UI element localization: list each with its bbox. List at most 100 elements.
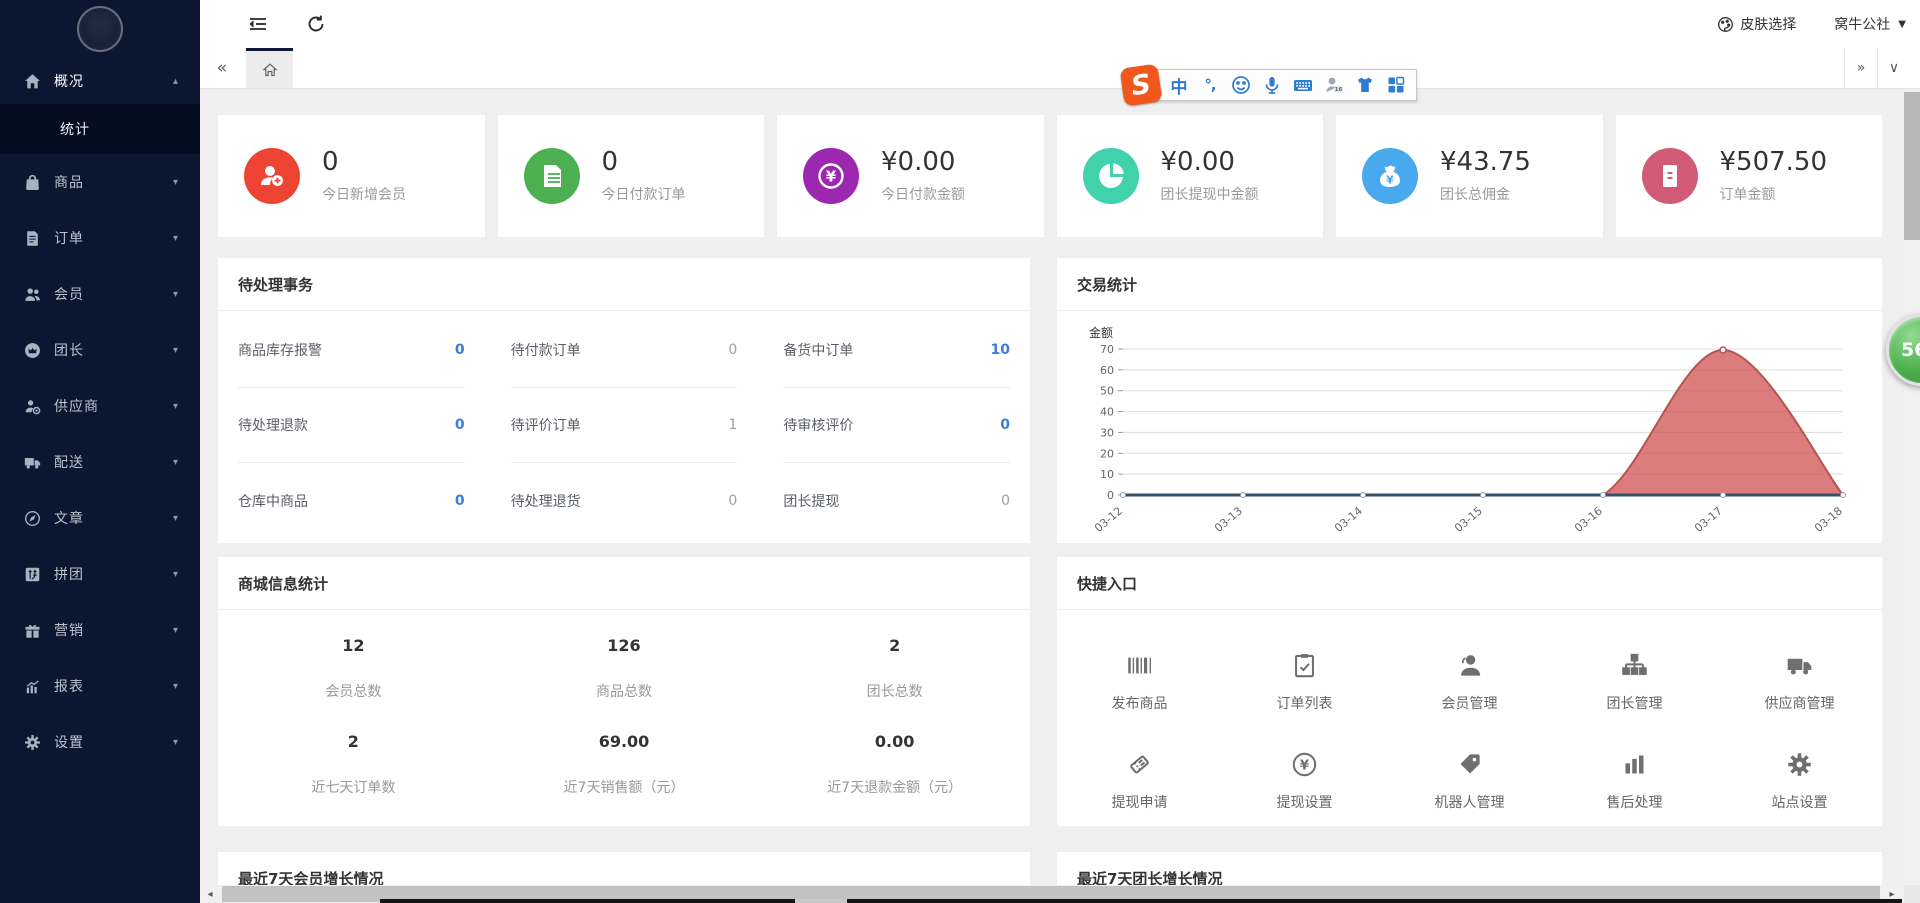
shopping-bag-icon (24, 174, 41, 191)
trade-area-chart: 金额01020304050607003-1203-1303-1403-1503-… (1069, 321, 1859, 543)
skin-select[interactable]: 皮肤选择 (1717, 14, 1796, 34)
stat-card-paid-amount: ¥ ¥0.00 今日付款金额 (777, 115, 1044, 237)
ime-voice-button[interactable] (1260, 73, 1284, 97)
sidebar-item-marketing[interactable]: 营销 ▾ (0, 602, 200, 658)
stat-card-paid-orders: 0 今日付款订单 (498, 115, 765, 237)
org-sitemap-icon (1621, 650, 1648, 680)
pending-panel-title: 待处理事务 (218, 258, 1030, 311)
svg-text:¥: ¥ (1300, 757, 1310, 773)
sidebar-item-reports[interactable]: 报表 ▾ (0, 658, 200, 714)
quick-entry-aftersale[interactable]: 售后处理 (1552, 731, 1717, 826)
sidebar-item-supplier[interactable]: 供应商 ▾ (0, 378, 200, 434)
sidebar-item-articles[interactable]: 文章 ▾ (0, 490, 200, 546)
mall-stat: 0.00近7天退款金额（元） (759, 732, 1030, 826)
ime-emoji-button[interactable] (1229, 73, 1253, 97)
barcode-icon (1126, 650, 1153, 680)
tabbar: « » ∨ (200, 48, 1920, 89)
quick-entry-supplier-manage[interactable]: 供应商管理 (1717, 632, 1882, 731)
tab-home[interactable] (246, 48, 293, 88)
member-add-icon (244, 148, 300, 204)
sidebar-item-delivery[interactable]: 配送 ▾ (0, 434, 200, 490)
taskbar-edge-strip (380, 899, 1902, 903)
svg-text:0: 0 (1107, 489, 1114, 502)
clipboard-check-icon (1291, 650, 1318, 680)
receipt-icon (1642, 148, 1698, 204)
pending-value-link[interactable]: 0 (1000, 417, 1010, 433)
quick-entry-leader-manage[interactable]: 团长管理 (1552, 632, 1717, 731)
account-menu[interactable]: 窝牛公社 ▼ (1834, 14, 1906, 34)
svg-text:03-16: 03-16 (1572, 504, 1605, 535)
refresh-icon[interactable] (306, 14, 326, 34)
yen-coin-icon: ¥ (803, 148, 859, 204)
stat-value: ¥507.50 (1720, 148, 1828, 177)
sidebar-item-groupbuy[interactable]: 拼团 ▾ (0, 546, 200, 602)
svg-text:¥: ¥ (1386, 174, 1394, 187)
quick-entry-withdraw-apply[interactable]: 提现申请 (1057, 731, 1222, 826)
stat-label: 今日付款金额 (881, 184, 965, 204)
quick-entry-order-list[interactable]: 订单列表 (1222, 632, 1387, 731)
ime-account-button[interactable]: 16 (1322, 73, 1346, 97)
collapse-menu-icon[interactable] (248, 14, 268, 34)
stat-cards-row: 0 今日新增会员 0 今日付款订单 ¥ ¥0.00 今日付款金额 (218, 115, 1882, 237)
chevron-up-icon: ▴ (173, 76, 178, 87)
stat-label: 订单金额 (1720, 184, 1828, 204)
compass-icon (24, 510, 41, 527)
tag-icon (1456, 749, 1483, 779)
sogou-logo-icon[interactable]: S (1120, 64, 1163, 107)
ime-punctuation-button[interactable]: °, (1198, 73, 1222, 97)
ime-toolbar: S 中 °, 16 (1122, 66, 1417, 104)
pending-value-link[interactable]: 10 (991, 342, 1010, 358)
scroll-left-arrow-icon[interactable]: ◂ (200, 885, 220, 903)
palette-icon (1717, 16, 1734, 33)
ime-skin-tshirt-button[interactable] (1353, 73, 1377, 97)
quick-entry-site-settings[interactable]: 站点设置 (1717, 731, 1882, 826)
pending-value-link[interactable]: 0 (455, 342, 465, 358)
members-icon (24, 286, 41, 303)
pending-value-link[interactable]: 0 (455, 417, 465, 433)
mall-stats-panel: 商城信息统计 12会员总数 126商品总数 2团长总数 2近七天订单数 69.0… (218, 557, 1030, 826)
pending-value: 0 (1001, 493, 1010, 509)
sidebar-item-goods[interactable]: 商品 ▾ (0, 154, 200, 210)
sidebar-item-leader[interactable]: 团长 ▾ (0, 322, 200, 378)
ime-chinese-mode-button[interactable]: 中 (1167, 73, 1191, 97)
tabs-menu-button[interactable]: ∨ (1877, 48, 1910, 88)
chevron-down-icon: ▾ (173, 233, 178, 244)
svg-text:03-17: 03-17 (1692, 504, 1725, 535)
pending-value-link[interactable]: 0 (455, 493, 465, 509)
vertical-scrollbar-thumb[interactable] (1904, 92, 1920, 240)
tabs-scroll-right-button[interactable]: » (1844, 48, 1877, 88)
quick-entry-member-manage[interactable]: 会员管理 (1387, 632, 1552, 731)
money-bag-icon: ¥ (1362, 148, 1418, 204)
quick-entry-withdraw-settings[interactable]: ¥ 提现设置 (1222, 731, 1387, 826)
tabs-scroll-left-button[interactable]: « (200, 48, 244, 88)
stat-card-order-amount: ¥507.50 订单金额 (1616, 115, 1883, 237)
svg-text:70: 70 (1100, 343, 1114, 356)
pending-value: 0 (728, 342, 737, 358)
svg-text:金额: 金额 (1089, 325, 1113, 340)
sidebar-item-statistics[interactable]: 统计 (0, 104, 200, 154)
sidebar-item-members[interactable]: 会员 ▾ (0, 266, 200, 322)
chevron-down-icon: ▼ (1898, 19, 1906, 30)
mall-stat: 2近七天订单数 (218, 732, 489, 826)
ime-menu-grid-button[interactable] (1384, 73, 1408, 97)
sidebar-item-overview[interactable]: 概况 ▴ (0, 58, 200, 104)
scrollbar-corner (1904, 885, 1920, 903)
yen-circle-icon: ¥ (1291, 749, 1318, 779)
skin-select-label: 皮肤选择 (1740, 14, 1796, 34)
vertical-scrollbar[interactable] (1904, 89, 1920, 885)
trade-stats-title: 交易统计 (1057, 258, 1882, 311)
chevron-down-icon: ▾ (173, 513, 178, 524)
svg-text:10: 10 (1100, 468, 1114, 481)
trade-stats-panel: 交易统计 金额01020304050607003-1203-1303-1403-… (1057, 258, 1882, 543)
supplier-icon (24, 398, 41, 415)
ime-keyboard-button[interactable] (1291, 73, 1315, 97)
quick-entry-publish-goods[interactable]: 发布商品 (1057, 632, 1222, 731)
sidebar-item-settings[interactable]: 设置 ▾ (0, 714, 200, 770)
stat-card-commission: ¥ ¥43.75 团长总佣金 (1336, 115, 1603, 237)
quick-entry-robot-manage[interactable]: 机器人管理 (1387, 731, 1552, 826)
account-name: 窝牛公社 (1834, 14, 1890, 34)
mall-stats-title: 商城信息统计 (218, 557, 1030, 610)
sidebar-item-orders[interactable]: 订单 ▾ (0, 210, 200, 266)
stat-label: 今日新增会员 (322, 184, 406, 204)
ime-account-badge: 16 (1335, 87, 1343, 93)
